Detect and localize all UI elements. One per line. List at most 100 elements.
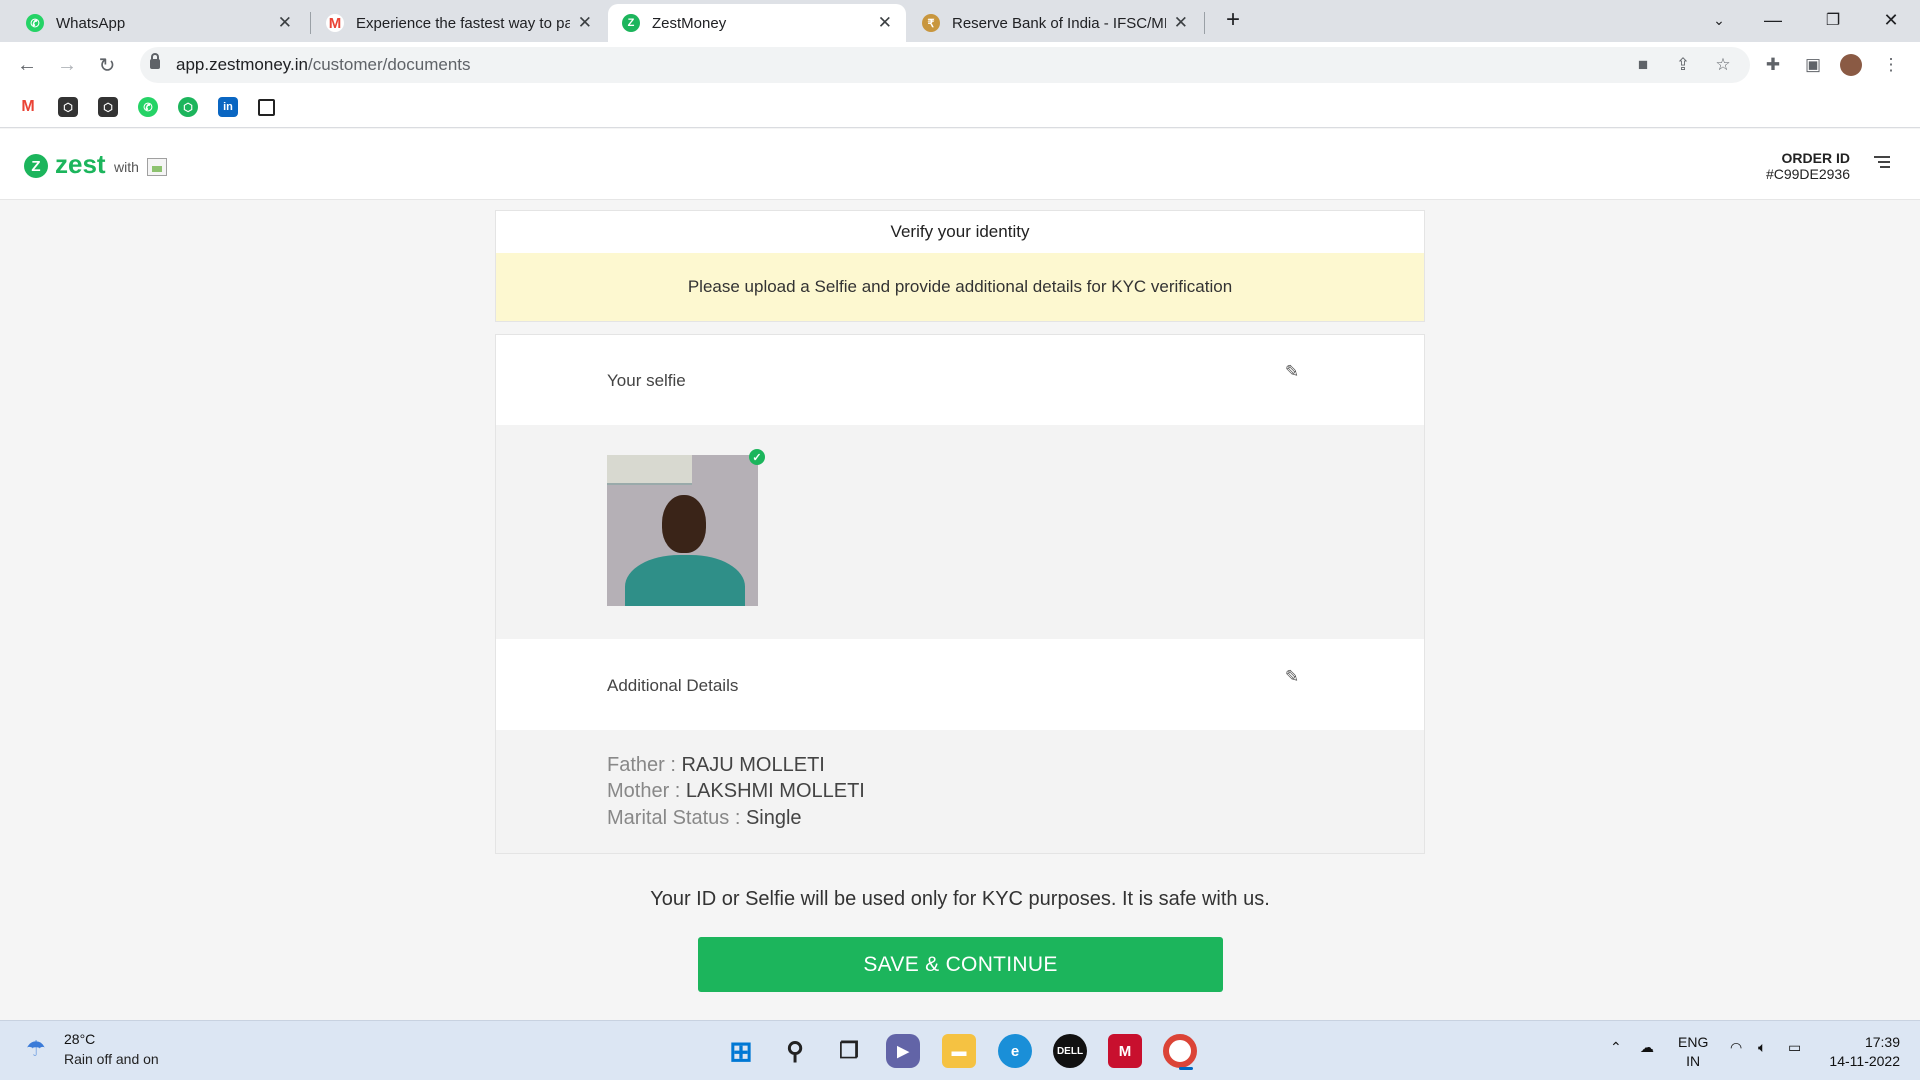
windows-start-icon[interactable]: ⊞ [724, 1034, 758, 1068]
father-name-row: Father : RAJU MOLLETI [607, 754, 825, 777]
page-title: Verify your identity [890, 222, 1030, 241]
field-key: Mother : [607, 780, 681, 802]
weather-temperature[interactable]: 28°C [64, 1031, 95, 1047]
windows-taskbar: ☂ 28°C Rain off and on ⊞ ⚲ ❐ ▶ ▬ e DELL … [0, 1020, 1920, 1080]
field-key: Marital Status : [607, 807, 741, 829]
tab-whatsapp[interactable]: ✆ WhatsApp ✕ [12, 4, 306, 42]
kyc-details-card: Your selfie ✎ ✓ Additional Details ✎ Fat… [495, 334, 1425, 854]
minimize-icon[interactable]: — [1750, 0, 1796, 40]
selfie-section-header: Your selfie ✎ [496, 335, 1424, 425]
address-bar[interactable]: app.zestmoney.in/customer/documents [140, 47, 1750, 83]
field-value: LAKSHMI MOLLETI [685, 780, 865, 802]
gmail-icon: M [326, 14, 344, 32]
linkedin-bookmark-icon[interactable]: in [218, 97, 238, 117]
tab-separator [310, 12, 311, 34]
share-icon[interactable]: ⇪ [1672, 54, 1694, 76]
bookmark-star-icon[interactable]: ☆ [1712, 54, 1734, 76]
profile-avatar[interactable] [1840, 54, 1862, 76]
close-icon[interactable]: ✕ [278, 13, 292, 33]
window-close-icon[interactable]: ✕ [1868, 0, 1914, 40]
brand-name: zest [55, 149, 106, 179]
kyc-notice-banner: Please upload a Selfie and provide addit… [496, 253, 1424, 321]
onedrive-cloud-icon[interactable]: ☁ [1640, 1039, 1654, 1056]
search-icon[interactable]: ⚲ [778, 1034, 812, 1068]
field-value: Single [745, 807, 802, 829]
extensions-puzzle-icon[interactable]: ✚ [1762, 54, 1784, 76]
url-host: app.zestmoney.in [176, 55, 308, 74]
file-explorer-icon[interactable]: ▬ [942, 1034, 976, 1068]
volume-icon[interactable]: 🔈︎ [1758, 1039, 1766, 1056]
region-code: IN [1686, 1053, 1701, 1069]
lock-icon[interactable] [150, 53, 160, 69]
additional-details-header: Additional Details ✎ [496, 640, 1424, 730]
tab-search-chevron-icon[interactable]: ⌄ [1696, 0, 1742, 40]
zest-icon: Z [622, 14, 640, 32]
verify-identity-card: Verify your identity Please upload a Sel… [495, 210, 1425, 322]
gmail-bookmark-icon[interactable]: M [18, 97, 38, 117]
wifi-icon[interactable]: ◠ [1730, 1039, 1742, 1056]
additional-details-body: Father : RAJU MOLLETI Mother : LAKSHMI M… [496, 730, 1424, 853]
browser-toolbar: ← → ↻ app.zestmoney.in/customer/document… [0, 42, 1920, 88]
new-tab-plus-icon[interactable]: + [1210, 0, 1256, 40]
save-continue-button[interactable]: SAVE & CONTINUE [698, 937, 1223, 992]
side-panel-icon[interactable]: ▣ [1802, 54, 1824, 76]
selfie-section-body: ✓ [496, 425, 1424, 639]
close-icon[interactable]: ✕ [1174, 13, 1188, 33]
teams-chat-icon[interactable]: ▶ [886, 1034, 920, 1068]
edge-browser-icon[interactable]: e [998, 1034, 1032, 1068]
privacy-note: Your ID or Selfie will be used only for … [650, 888, 1270, 910]
weather-rain-icon[interactable]: ☂ [26, 1036, 54, 1064]
chrome-browser-icon[interactable] [1163, 1034, 1197, 1070]
partner-logo-broken-image-icon [147, 158, 167, 176]
camera-icon[interactable]: ■ [1632, 54, 1654, 76]
forward-arrow-icon[interactable]: → [52, 50, 82, 80]
tab-separator [1204, 12, 1205, 34]
restore-icon[interactable]: ❐ [1810, 0, 1856, 40]
task-view-icon[interactable]: ❐ [832, 1034, 866, 1068]
language-code: ENG [1678, 1034, 1709, 1050]
selfie-photo[interactable] [607, 455, 758, 606]
clock-time: 17:39 [1864, 1034, 1900, 1050]
system-clock[interactable]: 17:39 14-11-2022 [1829, 1033, 1900, 1071]
additional-details-label: Additional Details [607, 676, 739, 695]
hamburger-menu-icon[interactable] [1874, 156, 1890, 170]
tab-title: WhatsApp [56, 14, 126, 32]
brand-with-text: with [114, 159, 139, 175]
square-bookmark-icon[interactable] [258, 99, 275, 116]
language-indicator[interactable]: ENG IN [1678, 1033, 1708, 1071]
rbi-icon: ₹ [922, 14, 940, 32]
app-header: Z zest with ORDER ID #C99DE2936 [0, 129, 1920, 200]
field-value: RAJU MOLLETI [681, 754, 825, 776]
extension-bookmark-icon[interactable]: ⬡ [98, 97, 118, 117]
tab-rbi[interactable]: ₹ Reserve Bank of India - IFSC/MIC ✕ [908, 4, 1202, 42]
whatsapp-icon: ✆ [26, 14, 44, 32]
whatsapp-bookmark-icon[interactable]: ✆ [138, 97, 158, 117]
edit-selfie-pencil-icon[interactable]: ✎ [1283, 362, 1301, 381]
reload-icon[interactable]: ↻ [92, 50, 122, 80]
close-icon[interactable]: ✕ [578, 13, 592, 33]
tab-zestmoney[interactable]: Z ZestMoney ✕ [608, 4, 906, 42]
green-app-bookmark-icon[interactable]: ⬡ [178, 97, 198, 117]
dell-icon[interactable]: DELL [1053, 1034, 1087, 1068]
clock-date: 14-11-2022 [1829, 1053, 1900, 1069]
field-key: Father : [607, 754, 676, 776]
marital-status-row: Marital Status : Single [607, 807, 802, 830]
show-hidden-icons-chevron-icon[interactable]: ⌃ [1610, 1039, 1622, 1056]
close-icon[interactable]: ✕ [878, 13, 892, 33]
mother-name-row: Mother : LAKSHMI MOLLETI [607, 780, 865, 803]
order-id-value: #C99DE2936 [1765, 166, 1850, 182]
verified-check-icon: ✓ [749, 449, 765, 465]
tab-gmail[interactable]: M Experience the fastest way to pay ✕ [312, 4, 606, 42]
browser-tab-strip: ✆ WhatsApp ✕ M Experience the fastest wa… [0, 0, 1920, 42]
weather-description[interactable]: Rain off and on [64, 1051, 159, 1067]
battery-icon[interactable]: ▭ [1788, 1039, 1801, 1056]
order-id-label: ORDER ID [1781, 150, 1850, 166]
kebab-menu-icon[interactable]: ⋮ [1880, 54, 1902, 76]
url-path: /customer/documents [307, 55, 471, 74]
tab-title: ZestMoney [652, 14, 727, 32]
extension-bookmark-icon[interactable]: ⬡ [58, 97, 78, 117]
edit-details-pencil-icon[interactable]: ✎ [1283, 667, 1301, 686]
zest-logo-icon: Z [24, 154, 48, 178]
mcafee-icon[interactable]: M [1108, 1034, 1142, 1068]
back-arrow-icon[interactable]: ← [12, 50, 42, 80]
